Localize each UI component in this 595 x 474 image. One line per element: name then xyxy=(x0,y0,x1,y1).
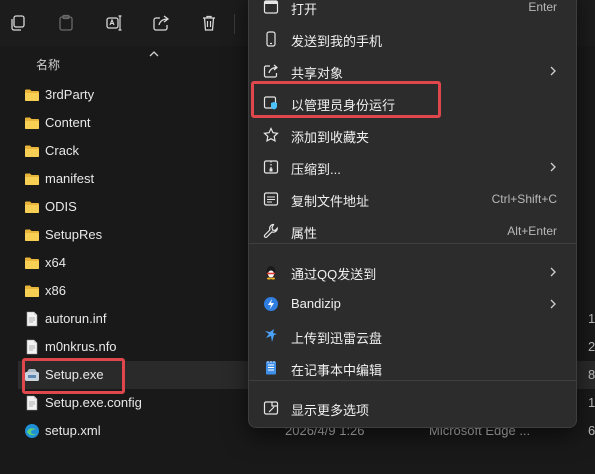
menu-item-label: 在记事本中编辑 xyxy=(291,363,383,378)
file-size: 1 xyxy=(588,395,595,410)
menu-item-open[interactable]: 打开 Enter xyxy=(254,0,571,23)
menu-separator xyxy=(249,243,576,244)
highlight-box-setup-exe xyxy=(22,358,125,394)
sort-ascending-icon[interactable] xyxy=(149,49,159,59)
share-icon xyxy=(263,63,279,79)
menu-item-label: 打开 xyxy=(291,2,318,17)
file-name: manifest xyxy=(45,171,95,186)
file-size: 870 xyxy=(588,367,595,382)
file-name: Crack xyxy=(45,143,79,158)
bandizip-icon xyxy=(263,296,279,312)
file-icon xyxy=(24,339,40,355)
toolbar-divider xyxy=(234,14,235,34)
file-name: setup.xml xyxy=(45,423,101,438)
file-size: 2 xyxy=(588,339,595,354)
phone-icon xyxy=(263,31,279,47)
qq-penguin-icon xyxy=(263,264,279,280)
chevron-right-icon xyxy=(549,298,557,310)
folder-icon xyxy=(24,115,40,131)
star-icon xyxy=(263,127,279,143)
folder-icon xyxy=(24,199,40,215)
menu-item-label: 上传到迅雷云盘 xyxy=(291,331,383,346)
copy-path-icon xyxy=(263,191,279,207)
menu-item-add-to-favorites[interactable]: 添加到收藏夹 xyxy=(254,119,571,151)
file-name: x86 xyxy=(45,283,66,298)
paste-button[interactable] xyxy=(54,11,78,35)
zip-icon xyxy=(263,159,279,175)
file-name: ODIS xyxy=(45,199,77,214)
menu-item-compress-to[interactable]: 压缩到... xyxy=(254,151,571,183)
file-size: 1 xyxy=(588,311,595,326)
delete-icon xyxy=(203,15,215,31)
file-name: 3rdParty xyxy=(45,87,95,102)
menu-item-shortcut: Enter xyxy=(528,0,557,14)
delete-button[interactable] xyxy=(197,11,221,35)
menu-item-label: 显示更多选项 xyxy=(291,403,370,418)
menu-item-label: 复制文件地址 xyxy=(291,194,370,209)
share-button[interactable] xyxy=(149,11,173,35)
column-header-name[interactable]: 名称 xyxy=(36,56,60,73)
file-name: SetupRes xyxy=(45,227,103,242)
open-icon xyxy=(263,0,279,15)
wrench-icon xyxy=(263,223,279,239)
file-name: Content xyxy=(45,115,91,130)
menu-item-label: 添加到收藏夹 xyxy=(291,130,370,145)
menu-item-label: 属性 xyxy=(291,226,318,241)
notepad-icon xyxy=(263,360,279,376)
folder-icon xyxy=(24,227,40,243)
context-menu: 打开 Enter 发送到我的手机 共享对象 以管理员身份运行 添加到收藏夹 压缩到... 复制… xyxy=(248,0,577,428)
folder-icon xyxy=(24,283,40,299)
share-icon xyxy=(153,15,170,31)
file-name: m0nkrus.nfo xyxy=(45,339,117,354)
menu-item-copy-file-path[interactable]: 复制文件地址 Ctrl+Shift+C xyxy=(254,183,571,215)
menu-item-label: 压缩到... xyxy=(291,162,341,177)
file-name: autorun.inf xyxy=(45,311,107,326)
folder-icon xyxy=(24,87,40,103)
menu-item-label: 发送到我的手机 xyxy=(291,34,383,49)
copy-button[interactable] xyxy=(6,11,30,35)
menu-item-send-via-qq[interactable]: 通过QQ发送到 xyxy=(254,256,571,288)
menu-item-label: 通过QQ发送到 xyxy=(291,267,377,282)
menu-item-shortcut: Ctrl+Shift+C xyxy=(491,192,557,206)
folder-icon xyxy=(24,255,40,271)
file-name: Setup.exe.config xyxy=(45,395,142,410)
rename-button[interactable] xyxy=(102,11,126,35)
more-options-icon xyxy=(263,400,279,416)
chevron-right-icon xyxy=(549,161,557,173)
file-size: 6 xyxy=(588,423,595,438)
edge-xml-icon xyxy=(24,423,40,439)
paste-icon xyxy=(59,14,73,31)
menu-item-label: Bandizip xyxy=(291,296,341,311)
file-icon xyxy=(24,395,40,411)
chevron-right-icon xyxy=(549,266,557,278)
menu-item-bandizip[interactable]: Bandizip xyxy=(254,288,571,320)
menu-item-upload-to-xunlei[interactable]: 上传到迅雷云盘 xyxy=(254,320,571,352)
rename-icon xyxy=(106,15,122,31)
menu-item-shortcut: Alt+Enter xyxy=(507,224,557,238)
folder-icon xyxy=(24,171,40,187)
menu-separator xyxy=(249,380,576,381)
menu-item-send-to-phone[interactable]: 发送到我的手机 xyxy=(254,23,571,55)
folder-icon xyxy=(24,143,40,159)
file-icon xyxy=(24,311,40,327)
menu-item-show-more-options[interactable]: 显示更多选项 xyxy=(254,392,571,424)
file-name: x64 xyxy=(45,255,66,270)
copy-icon xyxy=(11,15,25,31)
xunlei-cloud-icon xyxy=(263,328,279,344)
chevron-right-icon xyxy=(549,65,557,77)
menu-item-label: 共享对象 xyxy=(291,66,344,81)
highlight-box-run-as-admin xyxy=(251,81,441,118)
